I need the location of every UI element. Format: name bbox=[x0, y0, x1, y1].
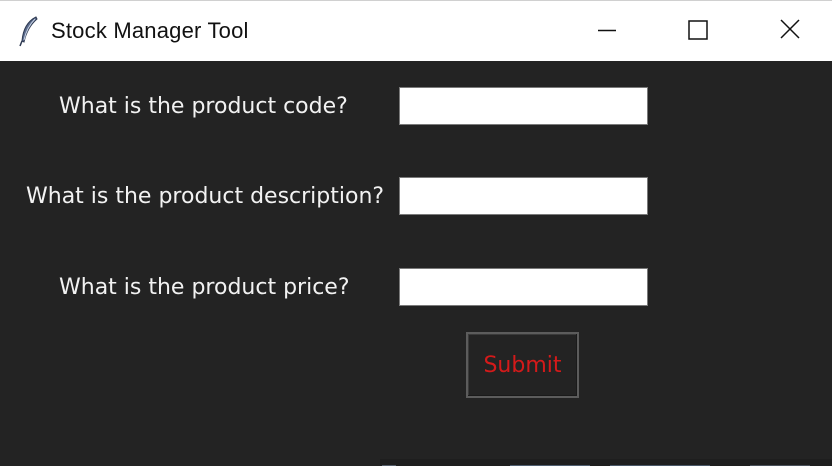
close-icon bbox=[780, 19, 800, 39]
product-code-input[interactable] bbox=[399, 87, 648, 125]
window-title: Stock Manager Tool bbox=[51, 18, 249, 43]
title-bar[interactable]: Stock Manager Tool bbox=[0, 0, 832, 61]
form-area: What is the product code? What is the pr… bbox=[0, 61, 832, 466]
maximize-icon bbox=[688, 20, 708, 40]
close-button[interactable] bbox=[744, 1, 832, 61]
product-description-label: What is the product description? bbox=[26, 184, 385, 209]
minimize-button[interactable] bbox=[562, 1, 652, 61]
product-description-input[interactable] bbox=[399, 177, 648, 215]
maximize-button[interactable] bbox=[652, 1, 742, 61]
minimize-icon bbox=[598, 29, 616, 32]
app-window: Stock Manager Tool What is the product c… bbox=[0, 0, 832, 466]
feather-icon bbox=[18, 15, 40, 47]
submit-button[interactable]: Submit bbox=[466, 332, 579, 398]
product-code-label: What is the product code? bbox=[59, 94, 348, 119]
background-strip bbox=[380, 455, 832, 466]
product-price-label: What is the product price? bbox=[59, 275, 350, 300]
product-price-input[interactable] bbox=[399, 268, 648, 306]
